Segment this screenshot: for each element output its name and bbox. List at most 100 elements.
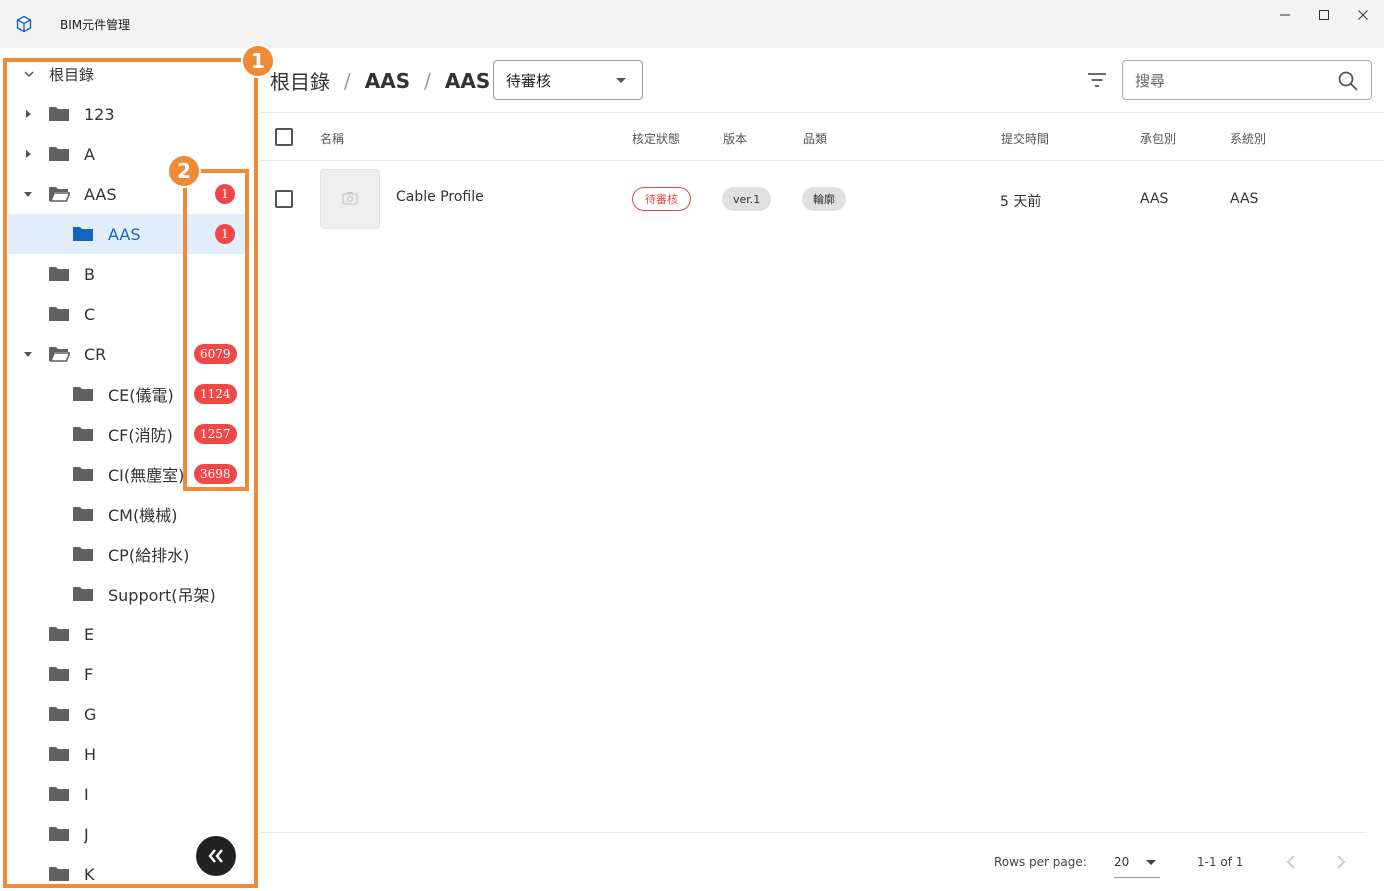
folder-open-icon	[49, 187, 70, 202]
column-header-submitted[interactable]: 提交時間	[1001, 130, 1049, 147]
caret-right-icon[interactable]	[21, 107, 35, 121]
column-header-category[interactable]: 品類	[803, 130, 827, 147]
column-header-version[interactable]: 版本	[723, 130, 747, 147]
tree-item[interactable]: AAS 1	[8, 174, 246, 214]
tree-item[interactable]: Support(吊架)	[8, 574, 246, 614]
tree-item[interactable]: CI(無塵室) 3698	[8, 454, 246, 494]
tree-item-label: B	[84, 264, 95, 284]
search-icon[interactable]	[1337, 70, 1359, 92]
tree-item[interactable]: CE(儀電) 1124	[8, 374, 246, 414]
count-badge: 1	[215, 224, 235, 244]
rows-per-page-value: 20	[1114, 855, 1130, 869]
minimize-icon	[1280, 14, 1290, 16]
app-title: BIM元件管理	[60, 18, 131, 32]
breadcrumb-item[interactable]: AAS	[365, 69, 410, 93]
tree-item[interactable]: B	[8, 254, 246, 294]
column-header-contractor[interactable]: 承包別	[1140, 130, 1176, 147]
folder-icon	[49, 267, 69, 281]
tree-item[interactable]: CR 6079	[8, 334, 246, 374]
tree-item-label: H	[84, 744, 97, 764]
close-button[interactable]	[1340, 0, 1384, 30]
component-name[interactable]: Cable Profile	[396, 189, 484, 205]
breadcrumb-separator: /	[424, 68, 431, 93]
system: AAS	[1230, 191, 1259, 207]
folder-tree-sidebar: 根目錄 123 A AAS 1 AAS 1 B C CR 6079 CE(儀電) 1124 CF(消防)…	[0, 48, 260, 891]
count-badge: 1124	[194, 384, 237, 404]
tree-item[interactable]: C	[8, 294, 246, 334]
chevron-left-icon	[1286, 855, 1295, 869]
status-filter-select[interactable]: 待審核	[493, 60, 643, 100]
folder-icon	[49, 867, 69, 881]
tree-item-label: CF(消防)	[108, 426, 173, 445]
page-range: 1-1 of 1	[1197, 855, 1244, 869]
folder-icon	[49, 827, 69, 841]
image-placeholder-icon	[342, 192, 358, 205]
column-header-status[interactable]: 核定狀態	[632, 130, 680, 147]
next-page-button[interactable]	[1331, 852, 1351, 872]
tree-item-label: J	[84, 824, 89, 844]
tree-item-label: 根目錄	[49, 65, 95, 84]
maximize-icon	[1319, 10, 1329, 20]
tree-item[interactable]: CF(消防) 1257	[8, 414, 246, 454]
caret-right-icon[interactable]	[21, 147, 35, 161]
submitted-time: 5 天前	[1000, 194, 1042, 210]
tree-item[interactable]: AAS 1	[8, 214, 246, 254]
row-checkbox[interactable]	[275, 190, 293, 208]
cube-icon	[16, 15, 32, 33]
contractor: AAS	[1140, 191, 1169, 207]
folder-icon	[73, 547, 93, 561]
filter-icon[interactable]	[1086, 70, 1108, 90]
column-header-name[interactable]: 名稱	[320, 130, 344, 147]
tree-item-label: A	[84, 144, 95, 164]
folder-icon	[73, 467, 93, 481]
breadcrumb-separator: /	[344, 68, 351, 93]
folder-icon	[49, 627, 69, 641]
previous-page-button[interactable]	[1281, 852, 1301, 872]
folder-icon	[73, 507, 93, 521]
rows-per-page-select[interactable]: 20	[1114, 850, 1160, 878]
caret-down-icon[interactable]	[21, 187, 35, 201]
tree-item[interactable]: I	[8, 774, 246, 814]
tree-item[interactable]: H	[8, 734, 246, 774]
select-all-checkbox[interactable]	[275, 128, 293, 146]
tree-item-label: CP(給排水)	[108, 546, 190, 565]
collapse-sidebar-button[interactable]	[196, 836, 236, 876]
status-filter-value: 待審核	[506, 71, 552, 90]
folder-icon	[49, 147, 69, 161]
table-row[interactable]: Cable Profile 待審核 ver.1 輪廓 5 天前 AAS AAS	[260, 161, 1384, 237]
tree-item[interactable]: G	[8, 694, 246, 734]
tree-item-label: CI(無塵室)	[108, 466, 185, 485]
count-badge: 1	[215, 184, 235, 204]
tree-item-label: E	[84, 624, 95, 644]
tree-item-label: I	[84, 784, 89, 804]
tree-item-label: F	[84, 664, 94, 684]
folder-icon	[49, 307, 69, 321]
status-chip: 待審核	[632, 187, 691, 211]
category-chip: 輪廓	[802, 187, 846, 211]
caret-down-icon[interactable]	[21, 347, 35, 361]
caret-down-icon	[616, 78, 626, 83]
tree-item[interactable]: CM(機械)	[8, 494, 246, 534]
tree-item-label: K	[84, 864, 95, 884]
count-badge: 6079	[194, 344, 237, 364]
tree-item[interactable]: 123	[8, 94, 246, 134]
folder-icon	[49, 787, 69, 801]
tree-item-label: C	[84, 304, 96, 324]
breadcrumb-item[interactable]: 根目錄	[270, 66, 330, 95]
folder-icon	[73, 587, 93, 601]
tree-item[interactable]: CP(給排水)	[8, 534, 246, 574]
chevron-down-icon[interactable]	[22, 67, 36, 81]
caret-down-icon	[1146, 860, 1156, 865]
tree-item[interactable]: E	[8, 614, 246, 654]
tree-item-label: CE(儀電)	[108, 386, 174, 405]
tree-item-root[interactable]: 根目錄	[8, 54, 246, 94]
tree-item-label: 123	[84, 104, 115, 124]
search-input[interactable]	[1135, 70, 1325, 92]
double-chevron-left-icon	[208, 849, 223, 863]
tree-item-label: Support(吊架)	[108, 586, 216, 605]
version-chip: ver.1	[722, 187, 772, 211]
tree-item[interactable]: F	[8, 654, 246, 694]
column-header-system[interactable]: 系統別	[1230, 130, 1266, 147]
breadcrumb-current: AAS	[444, 68, 491, 93]
tree-item[interactable]: A	[8, 134, 246, 174]
